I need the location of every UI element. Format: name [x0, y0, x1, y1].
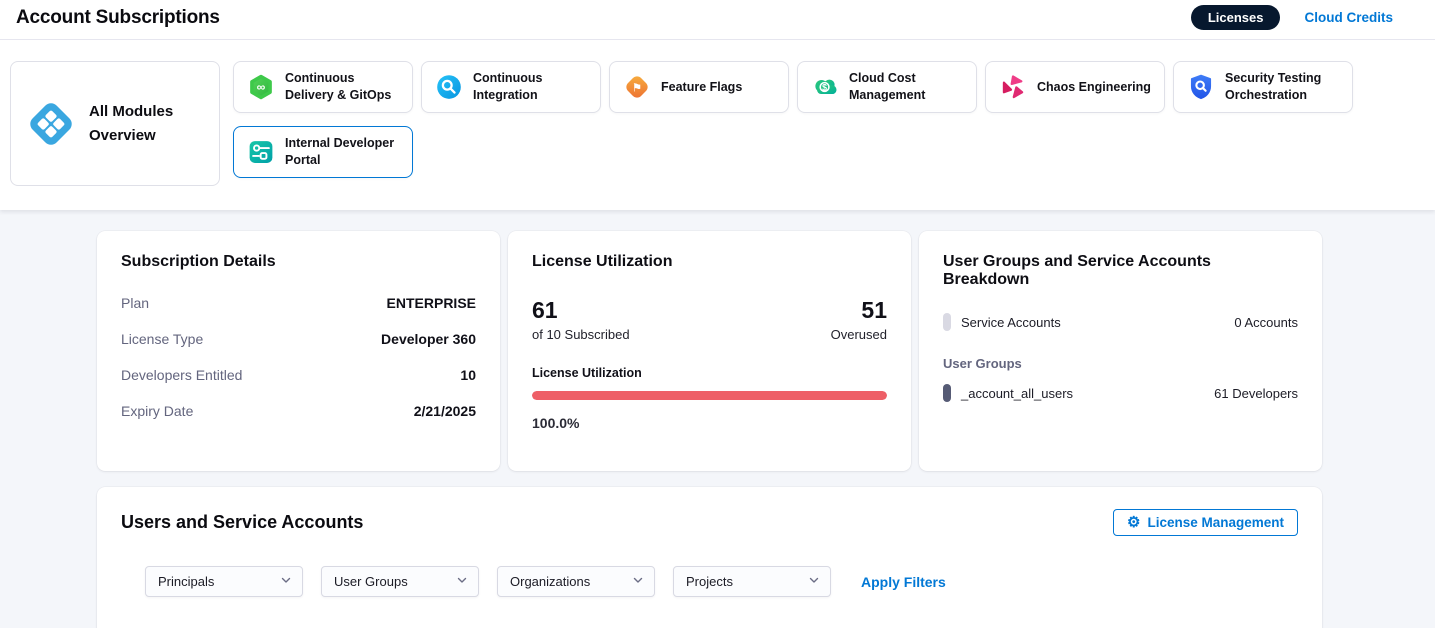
module-card-cloud-cost[interactable]: $ Cloud Cost Management	[797, 61, 977, 113]
cd-gitops-icon: ∞	[247, 73, 275, 101]
topbar: Account Subscriptions Licenses Cloud Cre…	[0, 0, 1435, 40]
utilization-percent: 100.0%	[532, 415, 887, 431]
module-label: Cloud Cost Management	[849, 70, 963, 104]
user-groups-filter-select[interactable]: User Groups	[321, 566, 479, 597]
chevron-down-icon	[632, 574, 644, 589]
chevron-down-icon	[280, 574, 292, 589]
module-label: Chaos Engineering	[1037, 79, 1151, 96]
principals-filter-select[interactable]: Principals	[145, 566, 303, 597]
module-label: Internal Developer Portal	[285, 135, 399, 169]
user-group-value: 61 Developers	[1214, 386, 1298, 401]
service-accounts-row: Service Accounts 0 Accounts	[943, 313, 1298, 331]
module-card-feature-flags[interactable]: ⚑ Feature Flags	[609, 61, 789, 113]
internal-developer-portal-icon	[247, 138, 275, 166]
continuous-integration-icon	[435, 73, 463, 101]
detail-row-expiry-date: Expiry Date 2/21/2025	[121, 403, 476, 419]
module-card-continuous-integration[interactable]: Continuous Integration	[421, 61, 601, 113]
module-card-continuous-delivery[interactable]: ∞ Continuous Delivery & GitOps	[233, 61, 413, 113]
chaos-engineering-icon	[999, 73, 1027, 101]
detail-row-license-type: License Type Developer 360	[121, 331, 476, 347]
content-area: Subscription Details Plan ENTERPRISE Lic…	[0, 210, 1435, 628]
feature-flags-icon: ⚑	[623, 73, 651, 101]
license-utilization-card: License Utilization 61 of 10 Subscribed …	[508, 231, 911, 471]
overused-count-block: 51 Overused	[831, 297, 887, 342]
cloud-cost-icon: $	[811, 73, 839, 101]
security-testing-icon	[1187, 73, 1215, 101]
detail-row-plan: Plan ENTERPRISE	[121, 295, 476, 311]
module-card-chaos-engineering[interactable]: Chaos Engineering	[985, 61, 1165, 113]
tab-cloud-credits[interactable]: Cloud Credits	[1304, 10, 1393, 25]
used-caption: of 10 Subscribed	[532, 327, 630, 342]
breakdown-card: User Groups and Service Accounts Breakdo…	[919, 231, 1322, 471]
user-group-name: _account_all_users	[961, 386, 1073, 401]
module-label: Continuous Integration	[473, 70, 587, 104]
detail-row-developers-entitled: Developers Entitled 10	[121, 367, 476, 383]
user-group-marker-icon	[943, 384, 951, 402]
subscription-details-card: Subscription Details Plan ENTERPRISE Lic…	[97, 231, 500, 471]
module-label: Feature Flags	[661, 79, 742, 96]
tab-licenses[interactable]: Licenses	[1191, 5, 1281, 30]
used-count-block: 61 of 10 Subscribed	[532, 297, 630, 342]
organizations-filter-select[interactable]: Organizations	[497, 566, 655, 597]
user-group-row: _account_all_users 61 Developers	[943, 384, 1298, 402]
all-modules-icon	[26, 99, 76, 149]
users-section-title: Users and Service Accounts	[121, 512, 363, 533]
stat-cards-row: Subscription Details Plan ENTERPRISE Lic…	[97, 231, 1322, 471]
license-management-label: License Management	[1147, 515, 1284, 530]
utilization-bar-track	[532, 391, 887, 400]
gear-icon: ⚙	[1127, 515, 1140, 530]
filters-row: Principals User Groups Organizations Pro…	[145, 566, 1298, 597]
utilization-bar-label: License Utilization	[532, 366, 887, 380]
top-band: Account Subscriptions Licenses Cloud Cre…	[0, 0, 1435, 210]
users-section-card: Users and Service Accounts ⚙ License Man…	[97, 487, 1322, 628]
apply-filters-link[interactable]: Apply Filters	[861, 574, 946, 590]
license-tabs: Licenses Cloud Credits	[1191, 5, 1393, 30]
overused-count: 51	[831, 297, 887, 324]
license-management-button[interactable]: ⚙ License Management	[1113, 509, 1298, 536]
service-accounts-label: Service Accounts	[961, 315, 1061, 330]
subscription-details-title: Subscription Details	[121, 253, 476, 271]
service-accounts-marker-icon	[943, 313, 951, 331]
license-utilization-title: License Utilization	[532, 253, 887, 271]
chevron-down-icon	[456, 574, 468, 589]
projects-filter-select[interactable]: Projects	[673, 566, 831, 597]
utilization-bar-fill	[532, 391, 887, 400]
all-modules-overview-card[interactable]: All Modules Overview	[10, 61, 220, 186]
svg-text:∞: ∞	[257, 80, 266, 94]
users-section-header: Users and Service Accounts ⚙ License Man…	[121, 509, 1298, 536]
module-card-security-testing[interactable]: Security Testing Orchestration	[1173, 61, 1353, 113]
modules-band: All Modules Overview ∞ Continuous Delive…	[0, 40, 1435, 210]
used-count: 61	[532, 297, 630, 324]
svg-text:$: $	[822, 82, 827, 92]
breakdown-title: User Groups and Service Accounts Breakdo…	[943, 253, 1298, 289]
chevron-down-icon	[808, 574, 820, 589]
module-label: Security Testing Orchestration	[1225, 70, 1339, 104]
overused-caption: Overused	[831, 327, 887, 342]
module-cards-row: ∞ Continuous Delivery & GitOps Continuou…	[233, 61, 1369, 178]
utilization-numbers: 61 of 10 Subscribed 51 Overused	[532, 297, 887, 342]
svg-text:⚑: ⚑	[632, 82, 642, 94]
module-card-internal-developer-portal[interactable]: Internal Developer Portal	[233, 126, 413, 178]
page-title: Account Subscriptions	[16, 7, 220, 29]
service-accounts-value: 0 Accounts	[1234, 315, 1298, 330]
all-modules-overview-label: All Modules Overview	[89, 100, 204, 147]
module-label: Continuous Delivery & GitOps	[285, 70, 399, 104]
user-groups-heading: User Groups	[943, 356, 1298, 371]
